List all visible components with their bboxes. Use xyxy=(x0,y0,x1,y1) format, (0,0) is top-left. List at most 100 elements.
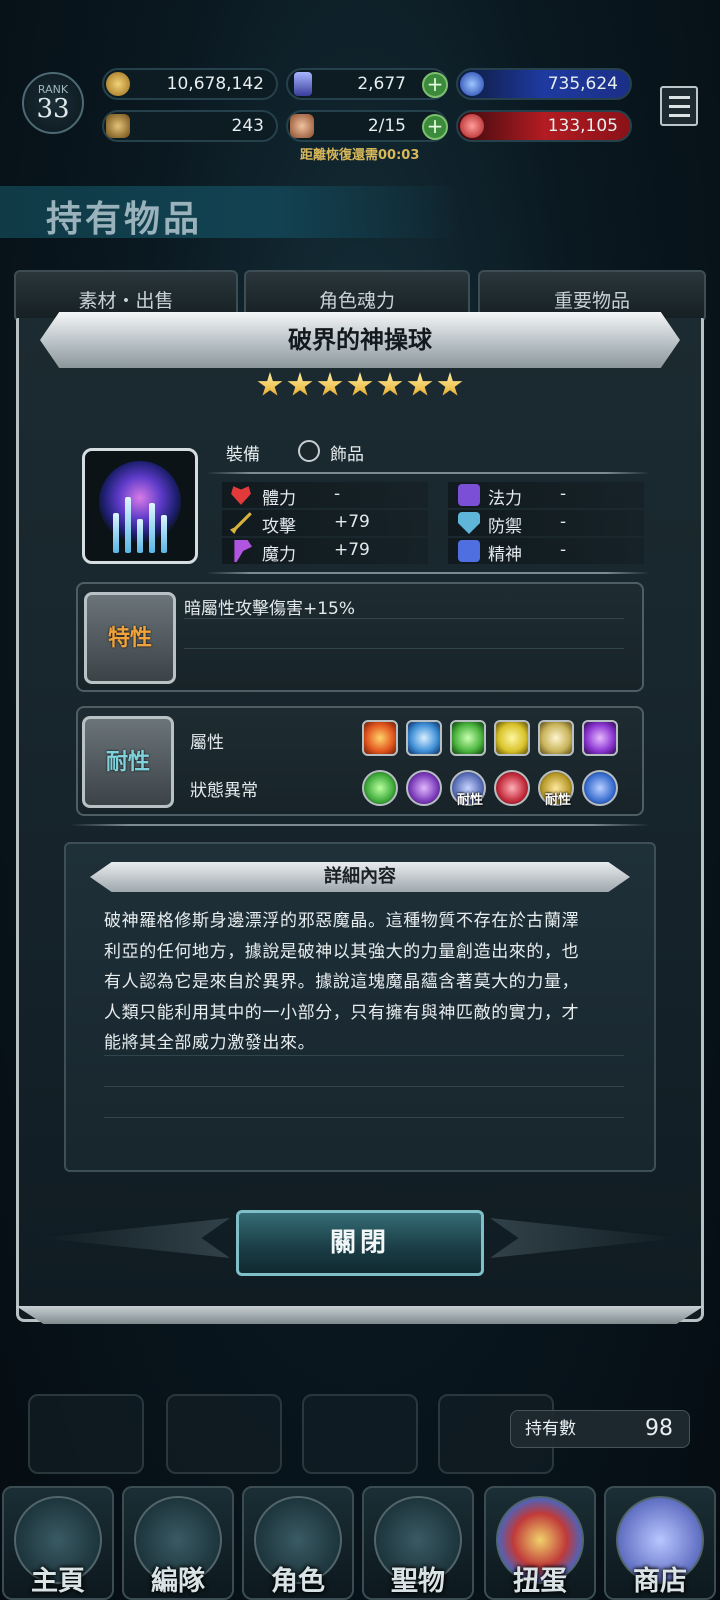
add-crystal-button[interactable]: + xyxy=(422,72,448,98)
stat-value: - xyxy=(334,484,341,504)
attribute-label: 屬性 xyxy=(190,733,224,753)
divider xyxy=(206,572,650,574)
blue-resource-value: 735,624 xyxy=(547,74,618,94)
equip-type: 飾品 xyxy=(330,445,364,465)
star-rating xyxy=(254,372,466,400)
equip-label: 裝備 xyxy=(226,445,260,465)
star-icon xyxy=(437,372,463,396)
divider xyxy=(206,472,650,474)
stamina-counter: 2/15 + xyxy=(286,110,448,142)
divider xyxy=(184,618,624,619)
nav-home-label: 主頁 xyxy=(31,1566,85,1597)
item-name: 破界的神操球 xyxy=(40,312,680,368)
red-orb-icon xyxy=(460,114,484,138)
list-item[interactable] xyxy=(28,1394,144,1474)
divider xyxy=(70,824,650,826)
stat-row xyxy=(222,510,428,536)
resist-tag: 耐性 xyxy=(456,793,483,808)
accessory-icon xyxy=(298,440,320,462)
gem-icon xyxy=(290,114,314,138)
gold-value: 10,678,142 xyxy=(166,74,264,94)
star-icon xyxy=(257,372,283,396)
confuse-status-icon xyxy=(582,770,618,806)
trophy-counter: 243 xyxy=(102,110,278,142)
nav-shop-label: 商店 xyxy=(633,1566,687,1597)
crystal-icon xyxy=(294,72,312,96)
paralyze-status-icon: 耐性 xyxy=(538,770,574,808)
recover-timer: 距離恢復還需00:03 xyxy=(300,148,420,163)
owned-value: 98 xyxy=(645,1416,673,1441)
red-resource-value: 133,105 xyxy=(547,116,618,136)
fire-element-icon xyxy=(362,720,398,756)
star-icon xyxy=(317,372,343,396)
dialog-bottom-frame xyxy=(16,1306,704,1324)
nav-home[interactable]: 主頁 xyxy=(2,1486,114,1600)
menu-icon[interactable] xyxy=(660,86,698,126)
stat-value: - xyxy=(560,484,567,504)
description-line: 利亞的任何地方，據說是破神以其強大的力量創造出來的，也 xyxy=(104,941,580,962)
nav-characters[interactable]: 角色 xyxy=(242,1486,354,1600)
stat-label: 防禦 xyxy=(488,517,522,537)
trait-badge: 特性 xyxy=(84,592,176,684)
description-line: 有人認為它是來自於異界。據說這塊魔晶蘊含著莫大的力量， xyxy=(104,972,580,992)
stat-value: - xyxy=(560,512,567,532)
rank-badge[interactable]: RANK 33 xyxy=(22,72,84,134)
stat-label: 攻擊 xyxy=(262,517,296,537)
nav-characters-label: 角色 xyxy=(271,1566,325,1597)
stat-label: 法力 xyxy=(488,489,522,509)
light-element-icon xyxy=(538,720,574,756)
stamina-value: 2/15 xyxy=(367,116,406,136)
list-item[interactable] xyxy=(166,1394,282,1474)
item-description: 破神羅格修斯身邊漂浮的邪惡魔晶。這種物質不存在於古蘭澤 利亞的任何地方，據說是破… xyxy=(104,906,632,1059)
wind-element-icon xyxy=(450,720,486,756)
stat-label: 精神 xyxy=(488,545,522,565)
poison-status-icon xyxy=(362,770,398,806)
nav-shop[interactable]: 商店 xyxy=(604,1486,716,1600)
stat-row xyxy=(222,482,428,508)
trophy-icon xyxy=(106,114,130,138)
trait-text: 暗屬性攻擊傷害+15% xyxy=(184,599,356,619)
description-line: 人類只能利用其中的一小部分，只有擁有與神匹敵的實力，才 xyxy=(104,1002,580,1023)
gold-coin-icon xyxy=(106,72,130,96)
blue-orb-icon xyxy=(460,72,484,96)
divider xyxy=(104,1086,624,1087)
status-label: 狀態異常 xyxy=(190,781,258,801)
gold-counter: 10,678,142 xyxy=(102,68,278,100)
detail-title: 詳細內容 xyxy=(90,862,630,892)
close-button[interactable]: 關閉 xyxy=(236,1210,484,1276)
stat-value: - xyxy=(560,540,567,560)
nav-gacha[interactable]: 扭蛋 xyxy=(484,1486,596,1600)
rank-value: 33 xyxy=(36,94,70,124)
stat-value: +79 xyxy=(334,540,370,560)
death-status-icon xyxy=(494,770,530,806)
blind-status-icon xyxy=(406,770,442,806)
red-resource-counter: 133,105 xyxy=(456,110,632,142)
divider xyxy=(104,1055,624,1056)
nav-party-label: 編隊 xyxy=(151,1566,205,1597)
nav-party[interactable]: 編隊 xyxy=(122,1486,234,1600)
star-icon xyxy=(287,372,313,396)
description-line: 能將其全部威力激發出來。 xyxy=(104,1033,316,1053)
ice-element-icon xyxy=(406,720,442,756)
divider xyxy=(104,1117,624,1118)
nav-relics-label: 聖物 xyxy=(391,1566,445,1597)
owned-label: 持有數 xyxy=(525,1419,576,1439)
list-item[interactable] xyxy=(302,1394,418,1474)
lightning-element-icon xyxy=(494,720,530,756)
description-line: 破神羅格修斯身邊漂浮的邪惡魔晶。這種物質不存在於古蘭澤 xyxy=(104,911,580,931)
mana-icon xyxy=(458,484,480,506)
blue-resource-counter: 735,624 xyxy=(456,68,632,100)
star-icon xyxy=(347,372,373,396)
star-icon xyxy=(377,372,403,396)
owned-count: 持有數 98 xyxy=(510,1410,690,1448)
nav-gacha-label: 扭蛋 xyxy=(513,1566,567,1597)
nav-relics[interactable]: 聖物 xyxy=(362,1486,474,1600)
crystal-value: 2,677 xyxy=(357,74,406,94)
add-stamina-button[interactable]: + xyxy=(422,114,448,140)
resist-tag: 耐性 xyxy=(544,793,571,808)
item-image xyxy=(82,448,198,564)
dark-element-icon xyxy=(582,720,618,756)
page-title: 持有物品 xyxy=(46,198,203,240)
trophy-value: 243 xyxy=(231,116,264,136)
stat-value: +79 xyxy=(334,512,370,532)
